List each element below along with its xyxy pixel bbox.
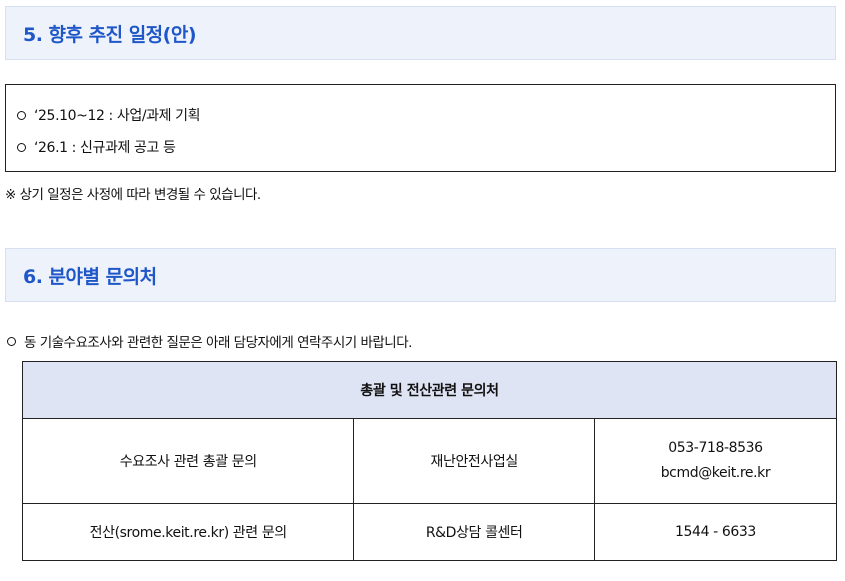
contact-intro-text: 동 기술수요조사와 관련한 질문은 아래 담당자에게 연락주시기 바랍니다. (24, 335, 412, 351)
schedule-item: ‘26.1 : 신규과제 공고 등 (17, 137, 176, 157)
table-row: 전산(srome.keit.re.kr) 관련 문의 R&D상담 콜센터 154… (21, 503, 838, 561)
contact-topic: 수요조사 관련 총괄 문의 (21, 418, 355, 504)
bullet-circle-icon (7, 336, 16, 346)
bullet-circle-icon (17, 110, 26, 120)
schedule-item-text: ‘26.1 : 신규과제 공고 등 (34, 140, 176, 156)
contact-department: 재난안전사업실 (353, 418, 595, 504)
contact-detail: 053-718-8536 bcmd@keit.re.kr (593, 418, 838, 504)
contact-phone: 1544 - 6633 (593, 503, 838, 561)
contact-intro: 동 기술수요조사와 관련한 질문은 아래 담당자에게 연락주시기 바랍니다. (5, 331, 412, 351)
contact-email[interactable]: bcmd@keit.re.kr (595, 461, 836, 486)
contact-department: R&D상담 콜센터 (353, 503, 595, 561)
schedule-note: ※ 상기 일정은 사정에 따라 변경될 수 있습니다. (5, 187, 261, 203)
schedule-box: ‘25.10~12 : 사업/과제 기획 ‘26.1 : 신규과제 공고 등 (5, 84, 836, 172)
section-title-schedule: 5. 향후 추진 일정(안) (23, 24, 197, 46)
table-row: 수요조사 관련 총괄 문의 재난안전사업실 053-718-8536 bcmd@… (21, 418, 838, 504)
contact-phone: 053-718-8536 (668, 440, 763, 456)
schedule-item-text: ‘25.10~12 : 사업/과제 기획 (34, 108, 201, 124)
table-header: 총괄 및 전산관련 문의처 (22, 361, 837, 419)
section-title-contacts: 6. 분야별 문의처 (23, 266, 157, 288)
table-header-row: 총괄 및 전산관련 문의처 (22, 361, 837, 419)
section-header-schedule: 5. 향후 추진 일정(안) (5, 6, 836, 60)
section-header-contacts: 6. 분야별 문의처 (5, 248, 836, 302)
schedule-item: ‘25.10~12 : 사업/과제 기획 (17, 105, 201, 125)
contacts-table: 총괄 및 전산관련 문의처 수요조사 관련 총괄 문의 재난안전사업실 053-… (21, 361, 838, 561)
bullet-circle-icon (17, 142, 26, 152)
contact-topic: 전산(srome.keit.re.kr) 관련 문의 (21, 503, 355, 561)
